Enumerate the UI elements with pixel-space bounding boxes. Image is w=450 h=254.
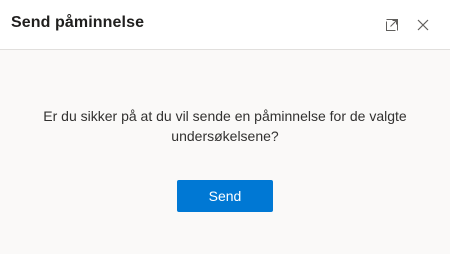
message-line-2: undersøkelsene? [171,128,279,144]
close-icon [417,19,429,31]
dialog-header: Send påminnelse [0,0,450,50]
send-reminder-dialog: Send påminnelse Er du sikker på at du vi… [0,0,450,254]
expand-button[interactable] [381,14,403,36]
dialog-body: Er du sikker på at du vil sende en påmin… [0,50,450,254]
close-button[interactable] [412,14,434,36]
send-button[interactable]: Send [177,180,273,212]
expand-icon [386,19,398,31]
confirmation-message: Er du sikker på at du vil sende en påmin… [20,106,430,146]
dialog-title: Send påminnelse [11,14,145,31]
message-line-1: Er du sikker på at du vil sende en påmin… [43,108,407,124]
